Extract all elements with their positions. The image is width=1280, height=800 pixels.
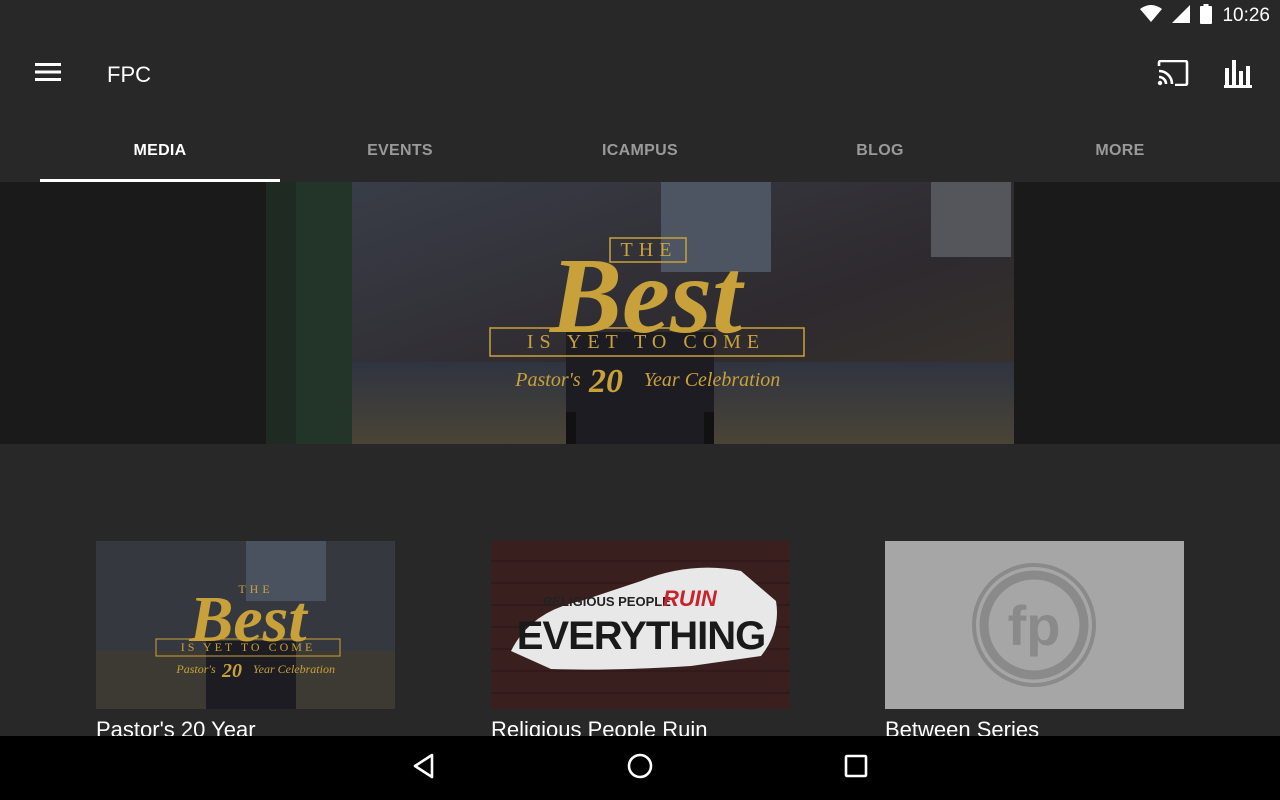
tab-bar: MEDIA EVENTS ICAMPUS BLOG MORE <box>40 120 1240 182</box>
tab-icampus[interactable]: ICAMPUS <box>520 120 760 182</box>
card-thumbnail[interactable]: RELIGIOUS PEOPLE RUIN EVERYTHING <box>491 541 790 709</box>
status-time: 10:26 <box>1222 5 1270 26</box>
media-card-between-series[interactable]: fp Between Series <box>885 541 1184 742</box>
status-bar: 10:26 <box>0 0 1280 32</box>
cell-signal-icon <box>1172 4 1191 28</box>
card-thumbnail[interactable]: fp <box>885 541 1184 709</box>
hero-art-line4c: Year Celebration <box>644 369 781 391</box>
wifi-icon <box>1140 4 1163 28</box>
hero-art-line4b: 20 <box>588 363 623 400</box>
system-nav-bar <box>0 736 1280 800</box>
tab-media[interactable]: MEDIA <box>40 120 280 182</box>
battery-icon <box>1200 3 1213 29</box>
media-card-religious-people-ruin[interactable]: RELIGIOUS PEOPLE RUIN EVERYTHING Religio… <box>491 541 790 742</box>
card-art-line3: EVERYTHING <box>517 614 766 658</box>
hero-banner[interactable]: THE Best IS YET TO COME Pastor's 20 Year… <box>0 182 1280 444</box>
media-card-pastors-20-year[interactable]: THE Best IS YET TO COME Pastor's 20 Year… <box>96 541 395 742</box>
hero-art-line4a: Pastor's <box>514 369 581 391</box>
home-icon <box>626 752 654 785</box>
menu-button[interactable] <box>30 56 66 92</box>
stats-button[interactable] <box>1220 56 1256 94</box>
card-art-line4b: 20 <box>221 660 242 682</box>
hero-image[interactable]: THE Best IS YET TO COME Pastor's 20 Year… <box>266 182 1014 444</box>
recents-icon <box>844 754 868 783</box>
card-art-logo: fp <box>1008 594 1061 657</box>
media-grid: THE Best IS YET TO COME Pastor's 20 Year… <box>96 541 1184 742</box>
tab-blog[interactable]: BLOG <box>760 120 1000 182</box>
card-art-line3: IS YET TO COME <box>181 640 316 654</box>
home-button[interactable] <box>622 750 658 786</box>
card-thumbnail[interactable]: THE Best IS YET TO COME Pastor's 20 Year… <box>96 541 395 709</box>
back-button[interactable] <box>406 750 442 786</box>
cast-button[interactable] <box>1154 56 1192 94</box>
app-title: FPC <box>107 62 151 87</box>
menu-icon <box>35 62 61 87</box>
status-icons: 10:26 <box>1140 3 1270 29</box>
app-bar: FPC <box>0 32 1280 120</box>
recents-button[interactable] <box>838 750 874 786</box>
tab-more[interactable]: MORE <box>1000 120 1240 182</box>
tab-events[interactable]: EVENTS <box>280 120 520 182</box>
card-art-line2: RUIN <box>663 586 718 611</box>
card-art-line1: RELIGIOUS PEOPLE <box>543 594 671 609</box>
cast-icon <box>1157 59 1189 91</box>
stats-icon <box>1224 58 1252 93</box>
hero-art-line3: IS YET TO COME <box>527 331 765 353</box>
card-art-line4c: Year Celebration <box>253 662 335 676</box>
back-icon <box>412 753 436 784</box>
card-art-line4a: Pastor's <box>175 662 216 676</box>
